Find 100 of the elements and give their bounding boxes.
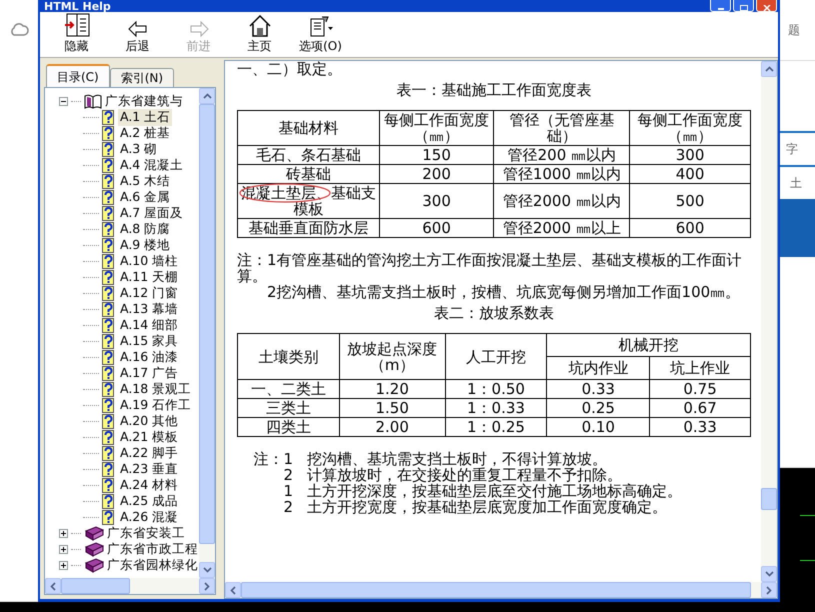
column-header: 土壤类别 [238, 334, 340, 380]
toolbar-button[interactable]: 隐藏 [46, 13, 107, 55]
tree-item[interactable]: A.8 防腐 [118, 220, 172, 238]
tree-item[interactable]: 广东省园林绿化 [107, 556, 198, 574]
table-cell: 1.50 [339, 398, 446, 418]
help-page-icon [102, 158, 115, 172]
right-chevron-icon [766, 586, 772, 594]
forward-arrow-icon [188, 21, 208, 37]
note-text: 注：1有管座基础的管沟挖土方工作面按混凝土垫层、基础支模板的工作面计算。 [237, 252, 743, 284]
note-number: 2 [282, 499, 293, 515]
body-text: 一、二）取定。 [237, 61, 343, 77]
tree-item[interactable]: A.2 桩基 [118, 124, 172, 142]
scroll-left-button[interactable] [45, 578, 61, 594]
down-chevron-icon [202, 567, 212, 573]
table-cell: 1：0.33 [445, 398, 547, 418]
help-page-icon [102, 270, 115, 284]
tree-item[interactable]: A.14 细部 [118, 316, 180, 334]
tree-item[interactable]: A.7 屋面及 [118, 204, 186, 222]
tree-item[interactable]: A.5 木结 [118, 172, 172, 190]
scrollbar-thumb[interactable] [241, 582, 751, 598]
tree-item[interactable]: A.13 幕墙 [118, 300, 180, 318]
scrollbar-thumb[interactable] [199, 104, 215, 544]
help-page-icon [102, 382, 115, 396]
table-cell: 500 [630, 184, 750, 218]
house-icon [248, 15, 272, 37]
tree-item[interactable]: A.6 金属 [118, 188, 172, 206]
help-page-icon [102, 174, 115, 188]
tree-item[interactable]: 广东省市政工程 [107, 540, 198, 558]
tree-item[interactable]: A.21 模板 [118, 428, 180, 446]
help-page-icon [102, 142, 115, 156]
help-page-icon [102, 510, 115, 524]
tree-item[interactable]: A.11 天棚 [118, 268, 180, 286]
table-cell: 300 [630, 146, 750, 164]
expand-box-icon[interactable] [59, 560, 68, 570]
banner [780, 199, 815, 257]
tree-item[interactable]: A.12 门窗 [118, 284, 180, 302]
help-page-icon [102, 494, 115, 508]
tree-item[interactable]: A.10 墙柱 [118, 252, 180, 270]
toolbar-button[interactable]: 选项(O) [290, 15, 351, 55]
tree-item[interactable]: A.1 土石 [118, 108, 172, 126]
scrollbar-thumb[interactable] [761, 488, 777, 510]
up-chevron-icon [202, 93, 212, 99]
help-page-icon [102, 238, 115, 252]
column-header: 每侧工作面宽度（㎜） [379, 110, 494, 146]
nav-tab[interactable]: 索引(N) [110, 68, 174, 88]
tab-label: 题 [788, 22, 800, 38]
table-cell: 一、二类土 [238, 380, 340, 398]
table-cell: 600 [630, 218, 750, 238]
collapse-box-icon[interactable] [59, 96, 68, 106]
back-arrow-icon [128, 21, 148, 37]
nav-tab[interactable]: 目录(C) [46, 64, 110, 88]
scroll-left-button[interactable] [225, 582, 241, 598]
book-icon [84, 558, 104, 572]
tree-item[interactable]: A.3 砌 [118, 140, 160, 158]
tree-item[interactable]: A.17 广告 [118, 364, 180, 382]
table-cell: 三类土 [238, 398, 340, 418]
tree-item[interactable]: A.26 混凝 [118, 508, 180, 526]
tree-item[interactable]: A.23 垂直 [118, 460, 180, 478]
expand-box-icon[interactable] [59, 544, 68, 554]
scroll-up-button[interactable] [199, 88, 215, 104]
document-menu-icon [308, 15, 334, 37]
tree-item[interactable]: A.16 油漆 [118, 348, 180, 366]
table-cell: 0.25 [546, 398, 650, 418]
tree-item[interactable]: A.4 混凝土 [118, 156, 186, 174]
scrollbar-thumb[interactable] [61, 578, 130, 594]
toolbar-button[interactable]: 后退 [107, 21, 168, 55]
tree-item[interactable]: A.25 成品 [118, 492, 180, 510]
scroll-right-button[interactable] [761, 582, 777, 598]
scroll-down-button[interactable] [199, 562, 215, 578]
tree-item[interactable]: A.20 其他 [118, 412, 180, 430]
scroll-up-button[interactable] [761, 61, 777, 77]
minimize-button[interactable] [710, 0, 731, 12]
tree-item[interactable]: 广东省安装工 [107, 524, 185, 542]
toolbar-button[interactable]: 主页 [229, 15, 290, 55]
table-cell: 管径2000 ㎜以上 [494, 218, 630, 238]
help-page-icon [102, 318, 115, 332]
table-title: 表二：放坡系数表 [433, 305, 555, 321]
note-text: 土方开挖宽度，按基础垫层底宽度加工作面宽度确定。 [307, 499, 667, 515]
tree-item[interactable]: A.18 景观工 [118, 380, 194, 398]
close-button[interactable] [756, 0, 777, 12]
maximize-button[interactable] [733, 0, 754, 12]
tree-item[interactable]: A.22 脚手 [118, 444, 180, 462]
tree-item[interactable]: A.9 楼地 [118, 236, 172, 254]
left-chevron-icon [50, 582, 56, 590]
note-text: 土方开挖深度，按基础垫层底至交付施工场地标高确定。 [307, 483, 682, 499]
column-header: 基础材料 [238, 110, 380, 146]
note-number: 1 [282, 483, 293, 499]
table-cell: 砖基础 [238, 164, 380, 184]
column-header: 坑上作业 [650, 356, 750, 380]
table-cell: 0.10 [546, 418, 650, 436]
tree-item[interactable]: 广东省建筑与 [105, 92, 183, 110]
expand-box-icon[interactable] [59, 528, 68, 538]
scroll-down-button[interactable] [761, 566, 777, 582]
search-text: 字 [786, 140, 798, 158]
table-cell: 0.33 [650, 418, 750, 436]
tree-item[interactable]: A.24 材料 [118, 476, 180, 494]
help-page-icon [102, 222, 115, 236]
tree-item[interactable]: A.19 石作工 [118, 396, 194, 414]
tree-item[interactable]: A.15 家具 [118, 332, 180, 350]
scroll-right-button[interactable] [199, 578, 215, 594]
